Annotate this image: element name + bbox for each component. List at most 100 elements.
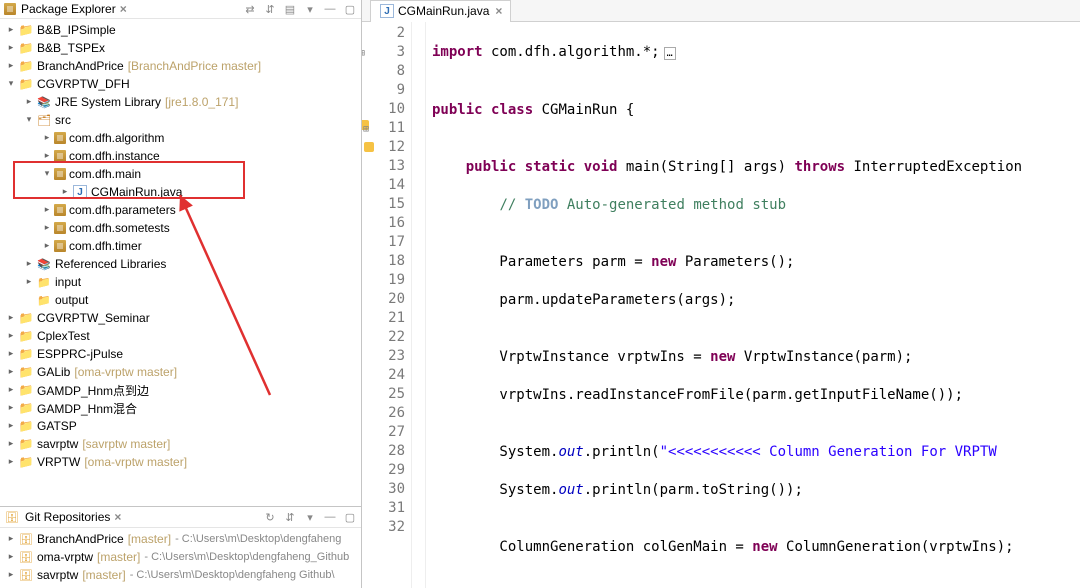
expand-arrow-icon[interactable] (4, 551, 18, 562)
expand-arrow-icon[interactable] (4, 384, 18, 395)
expand-arrow-icon[interactable] (40, 168, 54, 179)
expand-arrow-icon[interactable] (4, 78, 18, 89)
tree-node[interactable]: GAMDP_Hnm混合 (0, 399, 361, 417)
tree-node[interactable]: com.dfh.algorithm (0, 129, 361, 147)
tree-node[interactable]: com.dfh.instance (0, 147, 361, 165)
line-number: 10 (362, 100, 405, 119)
tree-node-label: savrptw (37, 437, 78, 451)
tree-node[interactable]: B&B_TSPEx (0, 39, 361, 57)
minimize-icon[interactable]: — (323, 2, 337, 16)
expand-arrow-icon[interactable] (40, 150, 54, 161)
git-link-icon[interactable]: ⇵ (283, 510, 297, 524)
tree-node[interactable]: GAMDP_Hnm点到边 (0, 381, 361, 399)
expand-arrow-icon[interactable] (4, 366, 18, 377)
tree-node-label: CGVRPTW_Seminar (37, 311, 150, 325)
project-icon (18, 454, 34, 470)
tree-node[interactable]: GATSP (0, 417, 361, 435)
collapse-all-icon[interactable]: ⇄ (243, 2, 257, 16)
editor-tab-cgmainrun[interactable]: CGMainRun.java × (370, 0, 511, 22)
expand-arrow-icon[interactable] (4, 348, 18, 359)
maximize-git-icon[interactable]: ▢ (343, 510, 357, 524)
focus-icon[interactable]: ▤ (283, 2, 297, 16)
tree-node[interactable]: CplexTest (0, 327, 361, 345)
git-menu-icon[interactable]: ▾ (303, 510, 317, 524)
tree-node[interactable]: src (0, 111, 361, 129)
project-icon (18, 418, 34, 434)
expand-arrow-icon[interactable] (4, 420, 18, 431)
expand-arrow-icon[interactable] (4, 569, 18, 580)
tree-node-label: B&B_IPSimple (37, 23, 116, 37)
expand-arrow-icon[interactable] (40, 222, 54, 233)
tree-node[interactable]: com.dfh.parameters (0, 201, 361, 219)
project-icon (18, 364, 34, 380)
expand-arrow-icon[interactable] (4, 312, 18, 323)
tree-node[interactable]: Referenced Libraries (0, 255, 361, 273)
expand-arrow-icon[interactable] (58, 186, 72, 197)
package-explorer-title: Package Explorer (21, 2, 116, 16)
expand-arrow-icon[interactable] (40, 240, 54, 251)
line-number: 3 (362, 43, 405, 62)
git-repos-title: Git Repositories (25, 510, 110, 524)
link-editor-icon[interactable]: ⇵ (263, 2, 277, 16)
expand-arrow-icon[interactable] (4, 533, 18, 544)
tree-node-label: VRPTW (37, 455, 80, 469)
line-number: 25 (362, 385, 405, 404)
close-view-icon[interactable]: × (120, 2, 127, 16)
line-number: 32 (362, 518, 405, 537)
close-git-view-icon[interactable]: × (114, 510, 121, 524)
tree-node[interactable]: B&B_IPSimple (0, 21, 361, 39)
git-repo-node[interactable]: oma-vrptw [master] - C:\Users\m\Desktop\… (0, 548, 361, 566)
line-number: 13 (362, 157, 405, 176)
expand-arrow-icon[interactable] (4, 330, 18, 341)
tree-node[interactable]: BranchAndPrice[BranchAndPrice master] (0, 57, 361, 75)
minimize-git-icon[interactable]: — (323, 510, 337, 524)
line-number: 11 (362, 119, 405, 138)
tree-node[interactable]: GALib[oma-vrptw master] (0, 363, 361, 381)
expand-arrow-icon[interactable] (40, 204, 54, 215)
expand-arrow-icon[interactable] (4, 24, 18, 35)
expand-arrow-icon[interactable] (22, 258, 36, 269)
repo-branch-tag: [master] (82, 568, 125, 582)
tree-node-label: GATSP (37, 419, 77, 433)
tree-node[interactable]: JRE System Library[jre1.8.0_171] (0, 93, 361, 111)
expand-arrow-icon[interactable] (40, 132, 54, 143)
tree-node[interactable]: com.dfh.main (0, 165, 361, 183)
tree-node[interactable]: CGVRPTW_Seminar (0, 309, 361, 327)
tree-node[interactable]: CGVRPTW_DFH (0, 75, 361, 93)
expand-arrow-icon[interactable] (4, 438, 18, 449)
git-repo-node[interactable]: savrptw [master] - C:\Users\m\Desktop\de… (0, 566, 361, 584)
package-explorer-header: Package Explorer × ⇄ ⇵ ▤ ▾ — ▢ (0, 0, 361, 19)
tree-node[interactable]: savrptw[savrptw master] (0, 435, 361, 453)
tree-node-label: com.dfh.main (69, 167, 141, 181)
git-repo-node[interactable]: BranchAndPrice [master] - C:\Users\m\Des… (0, 530, 361, 548)
code-editor[interactable]: 2389101112131415161718192021222324252627… (362, 22, 1080, 588)
git-refresh-icon[interactable]: ↻ (263, 510, 277, 524)
expand-arrow-icon[interactable] (22, 276, 36, 287)
git-repos-tree[interactable]: BranchAndPrice [master] - C:\Users\m\Des… (0, 528, 361, 588)
src-icon (36, 112, 52, 128)
expand-arrow-icon[interactable] (22, 96, 36, 107)
pkg-icon (54, 168, 66, 180)
lib-icon (36, 94, 52, 110)
view-menu-icon[interactable]: ▾ (303, 2, 317, 16)
tree-node[interactable]: com.dfh.timer (0, 237, 361, 255)
expand-arrow-icon[interactable] (4, 60, 18, 71)
expand-arrow-icon[interactable] (4, 456, 18, 467)
expand-arrow-icon[interactable] (4, 42, 18, 53)
tree-node[interactable]: input (0, 273, 361, 291)
tree-node[interactable]: VRPTW[oma-vrptw master] (0, 453, 361, 471)
tree-node[interactable]: output (0, 291, 361, 309)
maximize-icon[interactable]: ▢ (343, 2, 357, 16)
expand-arrow-icon[interactable] (4, 402, 18, 413)
package-explorer-tree[interactable]: B&B_IPSimple B&B_TSPExBranchAndPrice[Bran… (0, 19, 361, 506)
close-tab-icon[interactable]: × (495, 4, 502, 18)
tree-node[interactable]: com.dfh.sometests (0, 219, 361, 237)
tree-node[interactable]: CGMainRun.java (0, 183, 361, 201)
tree-node-label: src (55, 113, 71, 127)
code-area[interactable]: import com.dfh.algorithm.*;… public clas… (426, 22, 1080, 588)
tree-node-label: com.dfh.algorithm (69, 131, 164, 145)
tree-node[interactable]: ESPPRC-jPulse (0, 345, 361, 363)
line-number: 30 (362, 480, 405, 499)
expand-arrow-icon[interactable] (22, 114, 36, 125)
java-icon (72, 184, 88, 200)
